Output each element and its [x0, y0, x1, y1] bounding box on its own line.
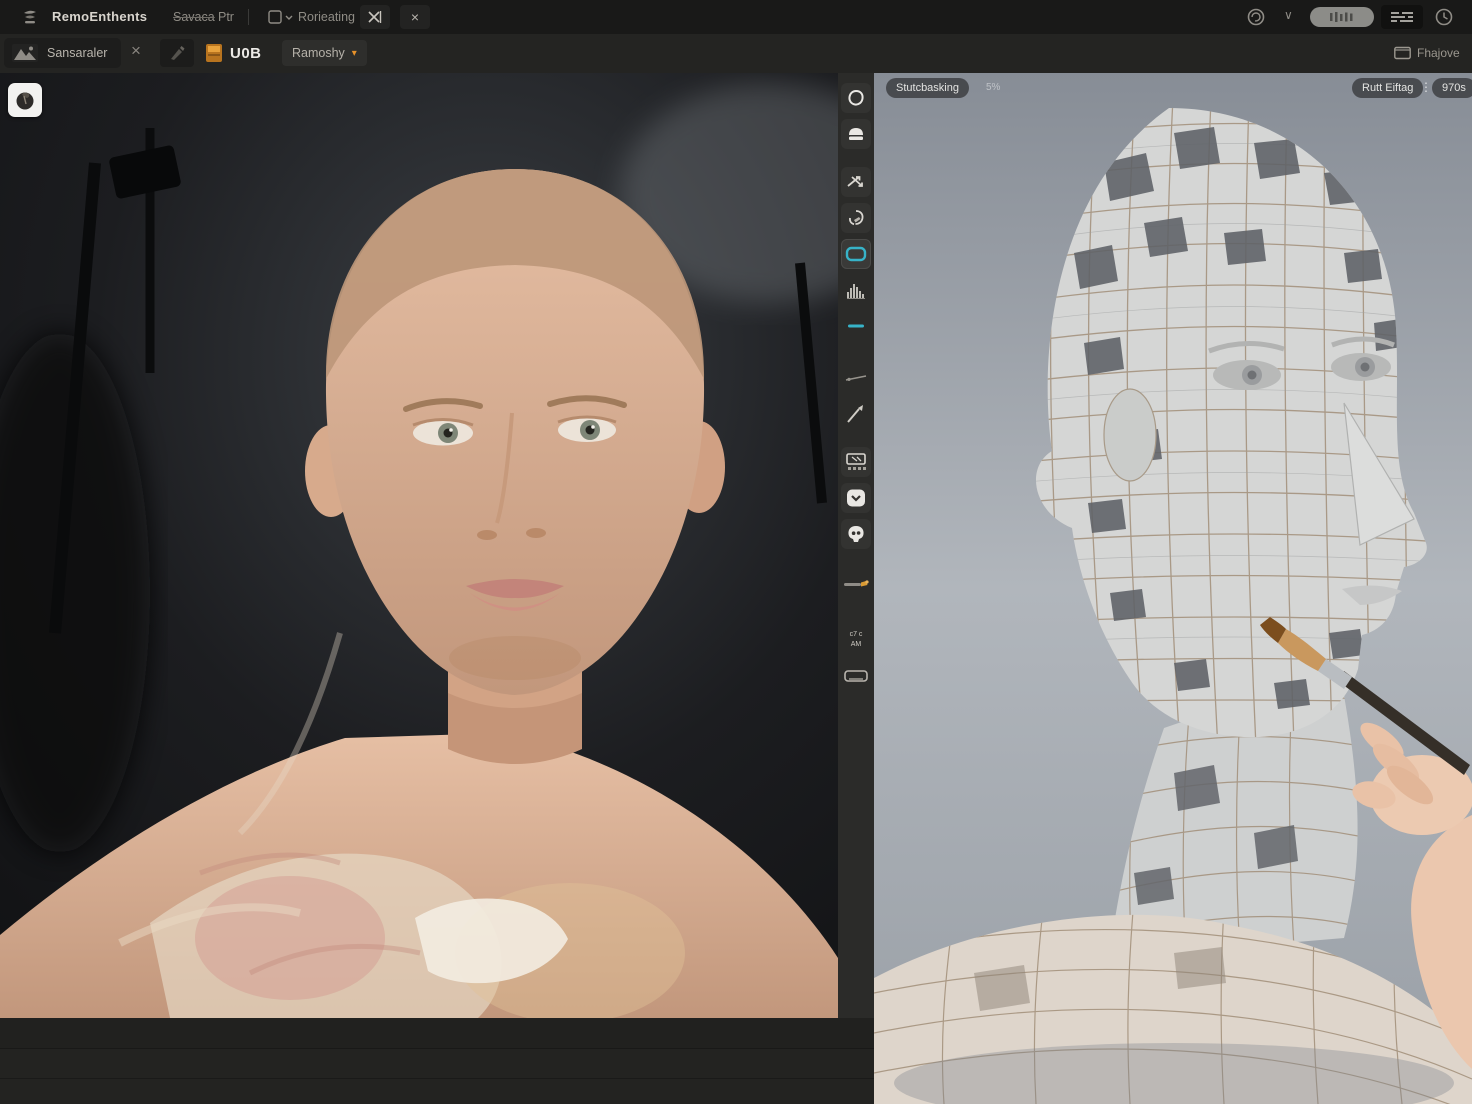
- histogram-icon: [845, 279, 867, 301]
- rect-select-tool[interactable]: [841, 239, 871, 269]
- sync-icon[interactable]: [1246, 7, 1266, 27]
- menu-item-ptr[interactable]: Ptr: [218, 10, 234, 24]
- scene-button[interactable]: Sansaraler: [4, 38, 121, 68]
- viewport-zoom-hint: 5%: [986, 82, 1000, 93]
- format-book-icon: [205, 43, 223, 63]
- preview-folder-icon[interactable]: [1394, 45, 1411, 60]
- remesh-dropdown-label: Ramoshy: [292, 46, 345, 60]
- viewport-status-left-pill[interactable]: Rutt Eiftag: [1352, 78, 1423, 98]
- app-logo-icon: [20, 7, 40, 27]
- ellipse-icon: [846, 88, 866, 108]
- tool-strip: c7 c AM: [838, 73, 874, 1018]
- glyph-row-1: c7 c: [850, 630, 863, 640]
- viewport-mode-pill[interactable]: Stutcbasking: [886, 78, 969, 98]
- bottom-row-paint-options: Rdba lh3 lhi Leoiy Brthos ∨ √ Dono ⌐ 70: [0, 1018, 874, 1048]
- mask-tool[interactable]: [841, 483, 871, 513]
- menu-divider: [248, 9, 249, 25]
- app-title: RemoEnthents: [52, 9, 147, 24]
- tile-panel-tool[interactable]: [841, 447, 871, 477]
- viewport-status-right-pill[interactable]: 970s: [1432, 78, 1472, 98]
- glyph-row-2: AM: [851, 640, 862, 650]
- viewport-status-right-label: 970s: [1442, 82, 1466, 94]
- clone-tool[interactable]: [841, 203, 871, 233]
- paintbrush-tool[interactable]: [841, 569, 871, 599]
- material-tool[interactable]: [841, 519, 871, 549]
- transform-arrows-icon: [846, 173, 866, 191]
- brush-mode-button[interactable]: [160, 39, 194, 67]
- transform-tool[interactable]: [841, 167, 871, 197]
- bottom-row-layers: Femacch Wurides —: [0, 1078, 874, 1104]
- menu-item-layout[interactable]: Rorieating: [298, 10, 355, 24]
- angled-brush-icon: [845, 403, 867, 425]
- close-button[interactable]: ×: [400, 5, 430, 29]
- viewport-status-left-label: Rutt Eiftag: [1362, 82, 1413, 94]
- wireframe-head-render: [874, 73, 1472, 1104]
- chevron-down-icon: ▾: [352, 48, 357, 59]
- app-window: RemoEnthents Savaca Ptr Rorieating × ∨: [0, 0, 1472, 1104]
- barcode-icon: [1389, 9, 1415, 25]
- kebab-menu-icon[interactable]: ⋮: [1420, 80, 1432, 94]
- image-mountain-icon: [12, 43, 38, 63]
- flip-icon: [367, 10, 383, 24]
- skull-icon: [845, 524, 867, 544]
- close-icon: ×: [411, 9, 419, 25]
- thin-line-icon: [844, 374, 868, 382]
- context-toolbar: Sansaraler × U0B Ramoshy ▾ Fhajove: [0, 34, 1472, 74]
- progress-bars-icon: [1329, 11, 1355, 23]
- tile-panel-icon: [845, 452, 867, 472]
- bottom-row-filter: Fhdroman L8rti Binsfte ~ Inkti: [0, 1048, 874, 1079]
- histogram-tool[interactable]: [841, 275, 871, 305]
- remesh-dropdown[interactable]: Ramoshy ▾: [282, 40, 367, 66]
- preview-label[interactable]: Fhajove: [1417, 46, 1460, 60]
- brush-icon: [168, 44, 186, 62]
- brush-tip-icon: [13, 88, 37, 112]
- clone-stamp-icon: [846, 208, 866, 228]
- viewport-mode-label: Stutcbasking: [896, 82, 959, 94]
- menu-item-save[interactable]: Savaca: [173, 10, 215, 24]
- cyan-indicator: [841, 311, 871, 341]
- chevron-down-icon[interactable]: ∨: [1284, 8, 1293, 22]
- rect-select-icon: [845, 246, 867, 262]
- brush-tool[interactable]: [841, 399, 871, 429]
- horizontal-brush-icon: [843, 578, 869, 590]
- clear-icon[interactable]: ×: [131, 41, 141, 61]
- ellipse-tool[interactable]: [841, 83, 871, 113]
- line-tool[interactable]: [841, 363, 871, 393]
- cyan-dash-icon: [846, 323, 866, 329]
- brush-preview-thumbnail[interactable]: [8, 83, 42, 117]
- progress-pill[interactable]: [1310, 7, 1374, 27]
- frame-icon: [843, 669, 869, 683]
- scene-button-label: Sansaraler: [47, 46, 107, 60]
- history-clock-icon[interactable]: [1434, 7, 1454, 27]
- chevron-square-icon: [845, 488, 867, 508]
- portrait-photo: [0, 73, 838, 1018]
- eraser-icon: [846, 125, 866, 143]
- top-menu-bar: RemoEnthents Savaca Ptr Rorieating × ∨: [0, 0, 1472, 35]
- format-badge: U0B: [230, 45, 262, 62]
- viewport-3d[interactable]: Stutcbasking 5% Rutt Eiftag ⋮ 970s: [874, 73, 1472, 1104]
- flip-button[interactable]: [360, 5, 390, 29]
- photo-canvas[interactable]: [0, 73, 838, 1018]
- eraser-tool[interactable]: [841, 119, 871, 149]
- render-settings-button[interactable]: [1381, 5, 1423, 29]
- layout-dropdown-icon[interactable]: [268, 9, 294, 25]
- frame-tool[interactable]: [841, 661, 871, 691]
- glyph-labels: c7 c AM: [841, 625, 871, 655]
